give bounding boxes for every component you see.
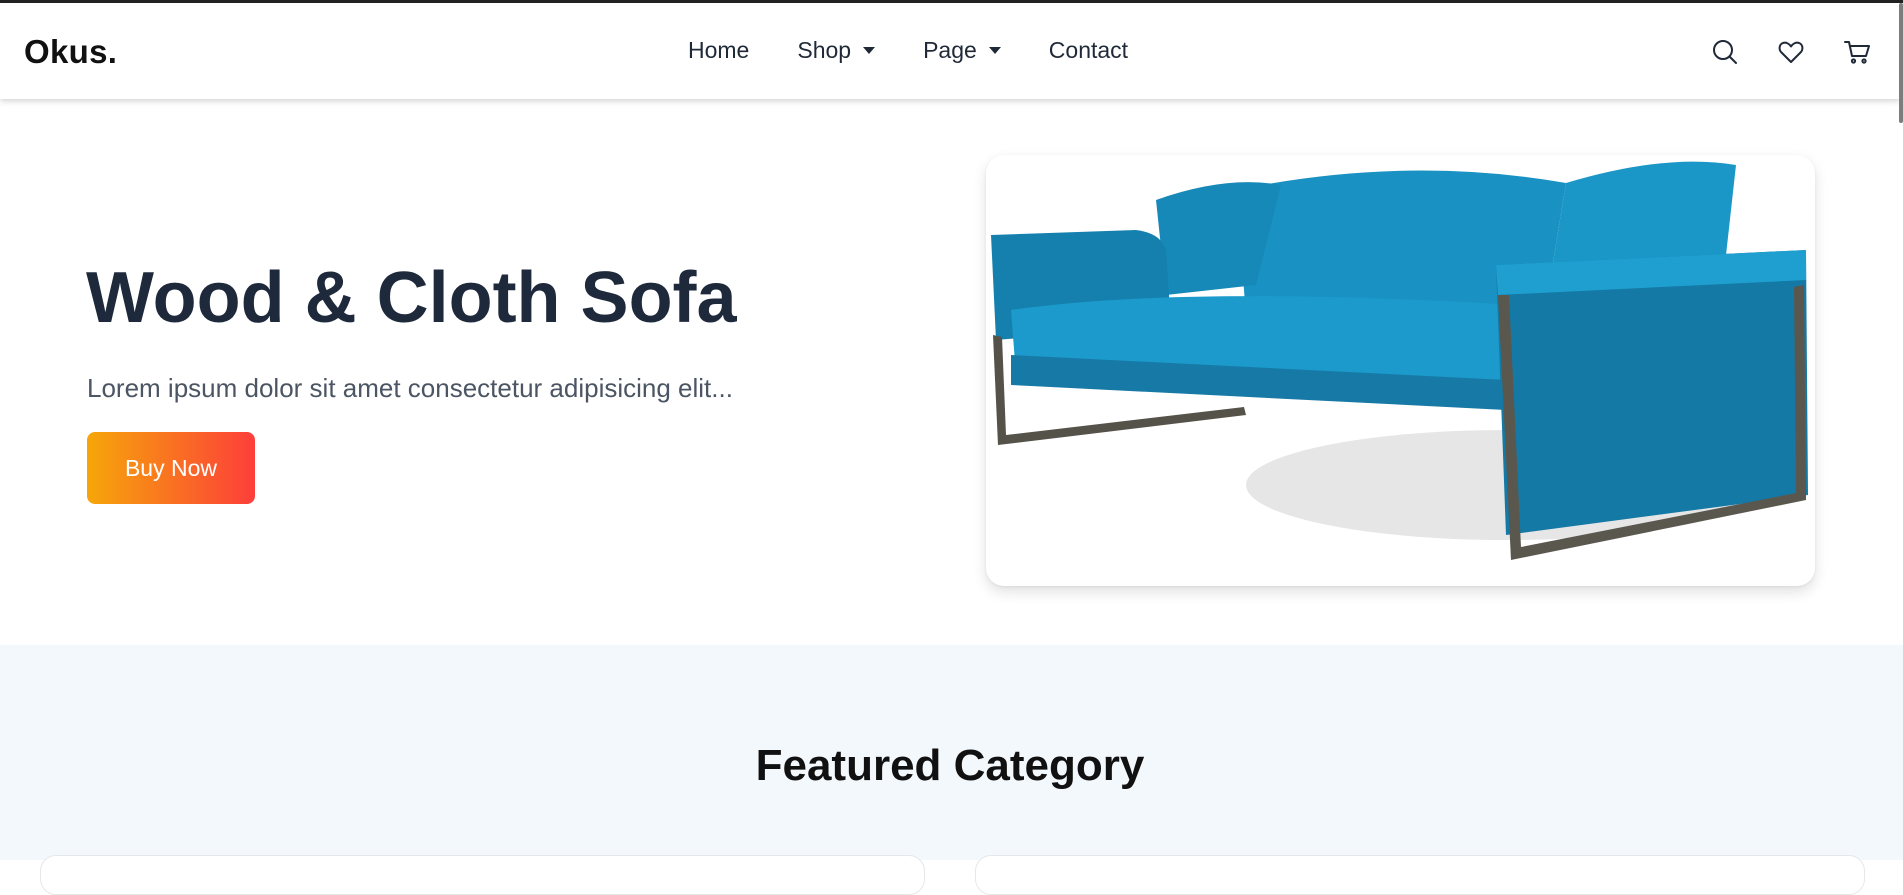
nav-item-label: Contact [1048, 37, 1129, 63]
featured-section: Featured Category [0, 645, 1903, 895]
buy-now-button[interactable]: Buy Now [87, 432, 255, 504]
nav-item-label: Shop [797, 37, 852, 63]
featured-title: Featured Category [755, 741, 1145, 790]
category-card[interactable] [975, 855, 1865, 895]
hero-subtitle: Lorem ipsum dolor sit amet consectetur a… [87, 373, 733, 403]
nav-item-label: Page [923, 37, 977, 63]
search-icon[interactable] [1710, 37, 1740, 67]
caret-down-icon [863, 47, 876, 54]
category-card[interactable] [40, 855, 925, 895]
brand-logo[interactable]: Okus. [24, 33, 117, 71]
hero-section: Wood & Cloth Sofa Lorem ipsum dolor sit … [0, 99, 1903, 645]
caret-down-icon [988, 47, 1001, 54]
nav-item-label: Home [688, 37, 750, 63]
nav-item-page[interactable]: Page [923, 37, 1001, 64]
heart-icon[interactable] [1776, 37, 1806, 67]
nav-item-shop[interactable]: Shop [797, 37, 876, 64]
blue-sofa-image [986, 155, 1815, 586]
cart-icon[interactable] [1842, 37, 1872, 67]
hero-title: Wood & Cloth Sofa [86, 258, 737, 338]
navbar: Okus. Home Shop Page Contact [0, 3, 1900, 99]
nav-icon-group [1674, 37, 1872, 67]
main-nav: Home Shop Page Contact [688, 37, 1176, 64]
nav-item-home[interactable]: Home [688, 37, 749, 64]
scrollbar-thumb[interactable] [1899, 3, 1903, 123]
nav-item-contact[interactable]: Contact [1049, 37, 1128, 64]
